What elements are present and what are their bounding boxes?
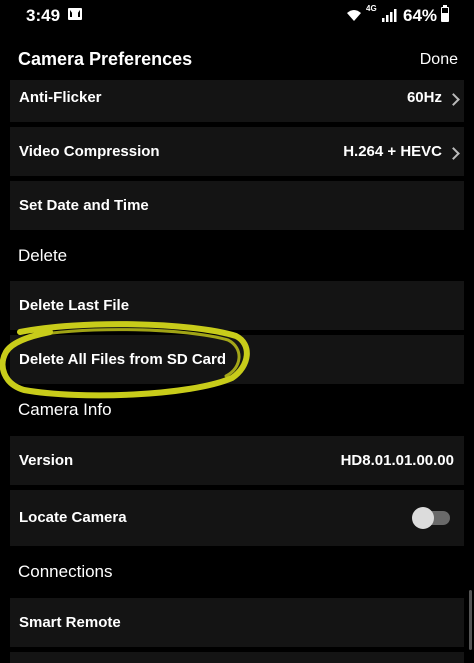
set-date-time-label: Set Date and Time <box>19 197 149 214</box>
mail-icon <box>68 8 82 20</box>
section-heading-connections: Connections <box>18 562 113 581</box>
set-date-time-row[interactable]: Set Date and Time <box>10 181 464 230</box>
version-row: Version HD8.01.01.00.00 <box>10 436 464 485</box>
chevron-right-icon <box>447 93 460 106</box>
page-title: Camera Preferences <box>18 49 193 69</box>
locate-camera-label: Locate Camera <box>19 509 127 526</box>
delete-all-files-row[interactable]: Delete All Files from SD Card <box>10 335 464 384</box>
video-compression-value: H.264 + HEVC <box>343 143 442 160</box>
network-type-label: 4G <box>366 4 377 13</box>
wifi-icon <box>347 10 361 21</box>
smart-remote-row[interactable]: Smart Remote <box>10 598 464 647</box>
locate-camera-row[interactable]: Locate Camera <box>10 490 464 546</box>
section-heading-delete: Delete <box>18 246 68 265</box>
delete-all-files-label: Delete All Files from SD Card <box>19 351 226 368</box>
chevron-right-icon <box>447 147 460 160</box>
anti-flicker-row[interactable]: Anti-Flicker 60Hz <box>10 80 464 122</box>
locate-camera-toggle[interactable] <box>412 507 450 529</box>
version-value: HD8.01.01.00.00 <box>340 452 454 469</box>
anti-flicker-label: Anti-Flicker <box>19 89 102 106</box>
video-compression-row[interactable]: Video Compression H.264 + HEVC <box>10 127 464 176</box>
video-compression-label: Video Compression <box>19 143 160 160</box>
battery-icon <box>441 5 449 22</box>
delete-last-file-row[interactable]: Delete Last File <box>10 281 464 330</box>
version-label: Version <box>19 452 74 469</box>
battery-percent: 64% <box>403 6 438 25</box>
status-bar: 3:49 4G 64% <box>0 0 474 32</box>
status-time: 3:49 <box>26 6 61 25</box>
scrollbar[interactable] <box>469 590 472 650</box>
signal-icon <box>382 9 397 22</box>
next-row-partial[interactable] <box>10 652 464 663</box>
smart-remote-label: Smart Remote <box>19 614 121 631</box>
done-button[interactable]: Done <box>420 51 458 69</box>
toggle-knob <box>412 507 434 529</box>
delete-last-file-label: Delete Last File <box>19 297 130 314</box>
anti-flicker-value: 60Hz <box>406 89 442 106</box>
section-heading-camera-info: Camera Info <box>18 400 112 419</box>
